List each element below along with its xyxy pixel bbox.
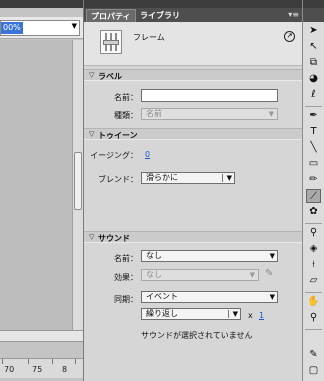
zoom-row: 00% ▼ (0, 17, 83, 39)
section-sound-header[interactable]: ▽ サウンド (84, 231, 303, 243)
chevron-down-icon: ▼ (269, 293, 275, 301)
sound-status-text: サウンドが選択されていません (141, 331, 253, 340)
section-title: トゥイーン (98, 131, 138, 140)
pen-tool-icon[interactable]: ✒ (306, 109, 321, 123)
blend-value: 滑らかに (146, 173, 178, 182)
label-type-label: 種類： (114, 111, 138, 120)
paint-bucket-tool-icon[interactable]: ◈ (306, 242, 321, 256)
sound-sync-label: 同期： (114, 295, 138, 304)
blend-label: ブレンド： (98, 175, 138, 184)
sound-name-value: なし (146, 251, 162, 260)
deco-tool-icon[interactable]: ✿ (306, 205, 321, 219)
ruler-label: 70 (4, 365, 15, 374)
zoom-tool-icon[interactable]: ⚲ (306, 311, 321, 325)
panel-top-bar (84, 0, 303, 8)
ruler-tick (75, 359, 76, 364)
stage-top-bar (0, 0, 83, 8)
chevron-down-icon: ▼ (71, 22, 77, 30)
chevron-down-icon: ▼ (249, 271, 255, 279)
chevron-down-icon: ▼ (232, 310, 238, 318)
chevron-down-icon: ▼ (226, 174, 232, 182)
collapse-triangle-icon: ▽ (89, 233, 95, 241)
sound-effect-select: なし ▼ (141, 269, 259, 281)
collapse-triangle-icon: ▽ (89, 71, 95, 79)
section-tween-header[interactable]: ▽ トゥイーン (84, 128, 303, 140)
stage-scroll-thumb[interactable] (74, 152, 82, 210)
3d-rotation-tool-icon[interactable]: ◕ (306, 72, 321, 86)
tab-library[interactable]: ライブラリ (136, 9, 184, 22)
free-transform-tool-icon[interactable]: ⧉ (306, 56, 321, 70)
frame-label: フレーム (133, 33, 165, 42)
label-type-value: 名前 (146, 109, 162, 118)
tab-properties[interactable]: プロパティ (86, 9, 136, 22)
blend-select[interactable]: 滑らかに ▼ (141, 172, 235, 184)
properties-panel: プロパティ ライブラリ ▾≡ フレーム ↗ ▽ ラベル 名前： 種類： 名前 ▼… (83, 0, 303, 381)
ruler-tick (2, 359, 3, 364)
sound-effect-value: なし (146, 270, 162, 279)
chevron-down-icon: ▼ (268, 110, 274, 118)
bone-tool-icon[interactable]: ⚲ (306, 226, 321, 240)
brush-tool-icon[interactable]: ⟋ (306, 189, 321, 203)
sound-repeat-value: 繰り返し (146, 309, 178, 318)
sound-sync-value: イベント (146, 292, 178, 301)
eraser-tool-icon[interactable]: ▱ (306, 274, 321, 288)
panel-menu-icon[interactable]: ▾≡ (288, 10, 299, 19)
easing-value[interactable]: 0 (145, 150, 150, 159)
stage-area: 00% ▼ 70 75 8 (0, 0, 83, 381)
pencil-tool-icon[interactable]: ✏ (306, 173, 321, 187)
label-type-select: 名前 ▼ (141, 108, 278, 120)
subselection-tool-icon[interactable]: ↖ (306, 40, 321, 54)
fill-color-icon[interactable]: ▢ (306, 364, 321, 378)
frame-header: フレーム ↗ (84, 22, 303, 66)
ruler-tick (52, 359, 53, 364)
timeline-bar (0, 330, 83, 342)
section-label-header[interactable]: ▽ ラベル (84, 69, 303, 81)
label-name-field[interactable] (141, 89, 278, 102)
tools-header (303, 8, 324, 22)
ruler-label: 75 (32, 365, 43, 374)
repeat-count[interactable]: 1 (259, 311, 264, 320)
pencil-icon: ✎ (265, 268, 274, 279)
chevron-down-icon: ▼ (269, 252, 275, 260)
stage-canvas[interactable] (0, 40, 83, 330)
eyedropper-tool-icon[interactable]: ⟊ (306, 258, 321, 272)
sound-repeat-select[interactable]: 繰り返し ▼ (141, 308, 241, 320)
section-title: ラベル (98, 72, 122, 81)
lasso-tool-icon[interactable]: ℓ (306, 88, 321, 102)
stroke-color-icon[interactable]: ✎ (306, 348, 321, 362)
sound-sync-select[interactable]: イベント ▼ (141, 291, 278, 303)
zoom-select[interactable]: 00% ▼ (0, 20, 80, 36)
frame-icon (100, 30, 122, 54)
selection-tool-icon[interactable]: ➤ (306, 24, 321, 38)
repeat-x-label: x (248, 311, 253, 320)
stage-scrollbar[interactable] (72, 40, 83, 330)
panel-tab-bar: プロパティ ライブラリ ▾≡ (84, 8, 303, 22)
timeline-ruler[interactable]: 70 75 8 (0, 358, 83, 378)
text-tool-icon[interactable]: T (306, 125, 321, 139)
sound-name-label: 名前： (114, 254, 138, 263)
rectangle-tool-icon[interactable]: ▭ (306, 157, 321, 171)
hand-tool-icon[interactable]: ✋ (306, 295, 321, 309)
ruler-label: 8 (62, 365, 68, 374)
zoom-value: 00% (1, 22, 23, 34)
tools-panel: ➤ ↖ ⧉ ◕ ℓ ✒ T ╲ ▭ ✏ ⟋ ✿ ⚲ ◈ ⟊ ▱ ✋ ⚲ ✎ ▢ (302, 0, 324, 381)
line-tool-icon[interactable]: ╲ (306, 141, 321, 155)
easing-label: イージング： (90, 151, 138, 160)
label-name-label: 名前： (114, 93, 138, 102)
sound-name-select[interactable]: なし ▼ (141, 250, 278, 262)
tools-top-bar (303, 0, 324, 8)
help-icon[interactable]: ↗ (284, 31, 295, 42)
sound-effect-label: 効果： (114, 273, 138, 282)
ruler-tick (28, 359, 29, 364)
collapse-triangle-icon: ▽ (89, 130, 95, 138)
section-title: サウンド (98, 234, 130, 243)
